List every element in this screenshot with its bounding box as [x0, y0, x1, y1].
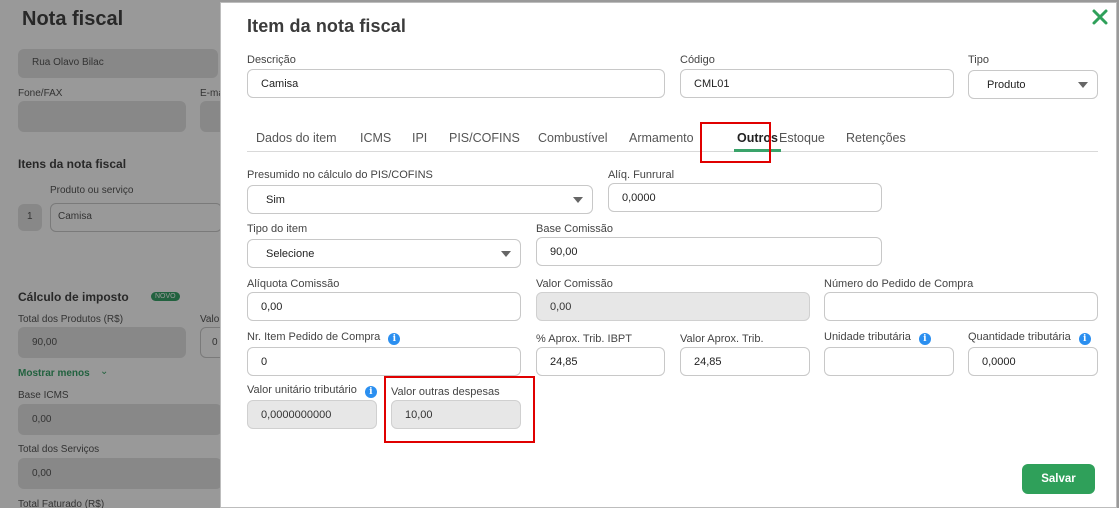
tipo-label: Tipo	[968, 54, 989, 66]
presumido-label: Presumido no cálculo do PIS/COFINS	[247, 169, 433, 181]
quantidade-tributaria-label-text: Quantidade tributária	[968, 331, 1071, 343]
presumido-select[interactable]: Sim	[247, 185, 593, 214]
tab-pis-cofins[interactable]: PIS/COFINS	[449, 131, 520, 145]
base-comissao-input[interactable]: 90,00	[536, 237, 882, 266]
chevron-down-icon	[1078, 82, 1088, 88]
close-icon[interactable]	[1090, 7, 1110, 27]
valor-unitario-tributario-input: 0,0000000000	[247, 400, 377, 429]
codigo-label: Código	[680, 54, 715, 66]
tab-armamento[interactable]: Armamento	[629, 131, 694, 145]
chevron-down-icon	[573, 197, 583, 203]
presumido-value: Sim	[266, 193, 285, 206]
tipo-item-value: Selecione	[266, 247, 315, 260]
unidade-tributaria-label-text: Unidade tributária	[824, 331, 911, 343]
tipo-value: Produto	[987, 78, 1026, 91]
tipo-item-select[interactable]: Selecione	[247, 239, 521, 268]
aliquota-comissao-label: Alíquota Comissão	[247, 278, 340, 290]
tab-highlight-box	[700, 122, 771, 163]
tipo-select[interactable]: Produto	[968, 70, 1098, 99]
tab-retencoes[interactable]: Retenções	[846, 131, 906, 145]
save-button[interactable]: Salvar	[1022, 464, 1095, 494]
info-icon[interactable]: i	[388, 333, 401, 345]
aprox-trib-ibpt-label: % Aprox. Trib. IBPT	[536, 333, 632, 345]
aliq-funrural-input[interactable]: 0,0000	[608, 183, 882, 212]
aprox-trib-ibpt-value: 24,85	[550, 355, 578, 368]
valor-comissao-value: 0,00	[550, 300, 572, 313]
valor-unitario-tributario-label-text: Valor unitário tributário	[247, 384, 357, 396]
nr-item-pedido-label-text: Nr. Item Pedido de Compra	[247, 331, 381, 343]
base-comissao-value: 90,00	[550, 245, 578, 258]
codigo-input[interactable]: CML01	[680, 69, 954, 98]
aliquota-comissao-value: 0,00	[261, 300, 283, 313]
valor-aprox-trib-input[interactable]: 24,85	[680, 347, 810, 376]
tab-combustivel[interactable]: Combustível	[538, 131, 607, 145]
tipo-item-label: Tipo do item	[247, 223, 308, 235]
aliq-funrural-value: 0,0000	[622, 191, 656, 204]
valor-aprox-trib-value: 24,85	[694, 355, 722, 368]
quantidade-tributaria-input[interactable]: 0,0000	[968, 347, 1098, 376]
aliq-funrural-label: Alíq. Funrural	[608, 169, 675, 181]
codigo-value: CML01	[694, 77, 730, 90]
chevron-down-icon	[501, 251, 511, 257]
aliquota-comissao-input[interactable]: 0,00	[247, 292, 521, 321]
field-highlight-box	[384, 376, 535, 443]
valor-aprox-trib-label: Valor Aprox. Trib.	[680, 333, 764, 345]
nr-item-pedido-value: 0	[261, 355, 268, 368]
valor-unitario-tributario-label: Valor unitário tributário i	[247, 384, 377, 398]
unidade-tributaria-input[interactable]	[824, 347, 954, 376]
modal-title: Item da nota fiscal	[247, 16, 406, 36]
valor-comissao-input: 0,00	[536, 292, 810, 321]
descricao-label: Descrição	[247, 54, 296, 66]
info-icon[interactable]: i	[1078, 333, 1091, 345]
quantidade-tributaria-label: Quantidade tributária i	[968, 331, 1091, 345]
aprox-trib-ibpt-input[interactable]: 24,85	[536, 347, 665, 376]
descricao-input[interactable]: Camisa	[247, 69, 665, 98]
valor-unitario-tributario-value: 0,0000000000	[261, 408, 332, 421]
tab-dados-do-item[interactable]: Dados do item	[256, 131, 337, 145]
valor-comissao-label: Valor Comissão	[536, 278, 613, 290]
nr-item-pedido-label: Nr. Item Pedido de Compra i	[247, 331, 401, 345]
numero-pedido-input[interactable]	[824, 292, 1098, 321]
tab-ipi[interactable]: IPI	[412, 131, 427, 145]
info-icon[interactable]: i	[918, 333, 931, 345]
tab-bar: Dados do item ICMS IPI PIS/COFINS Combus…	[247, 125, 1098, 152]
quantidade-tributaria-value: 0,0000	[982, 355, 1016, 368]
info-icon[interactable]: i	[364, 386, 377, 398]
tab-estoque[interactable]: Estoque	[779, 131, 825, 145]
numero-pedido-label: Número do Pedido de Compra	[824, 278, 974, 290]
base-comissao-label: Base Comissão	[536, 223, 614, 235]
tab-icms[interactable]: ICMS	[360, 131, 391, 145]
item-modal: Item da nota fiscal Descrição Camisa Cód…	[220, 2, 1117, 508]
unidade-tributaria-label: Unidade tributária i	[824, 331, 931, 345]
nr-item-pedido-input[interactable]: 0	[247, 347, 521, 376]
descricao-value: Camisa	[261, 77, 299, 90]
